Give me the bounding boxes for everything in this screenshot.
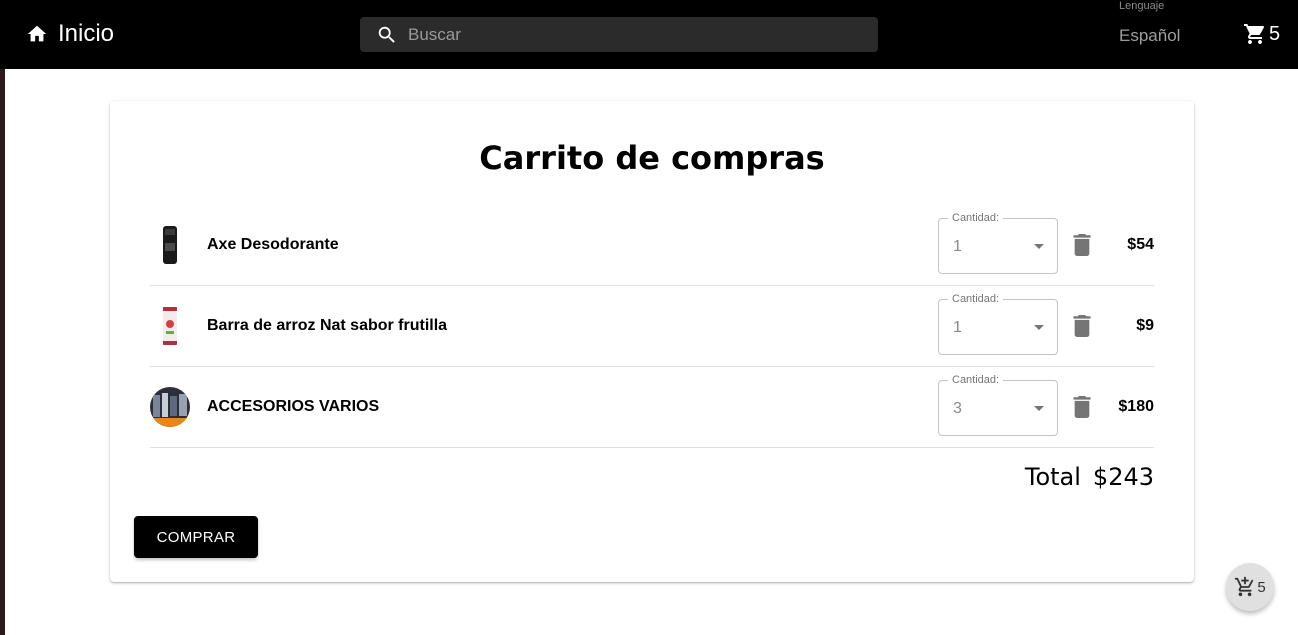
quantity-value: 1: [953, 238, 962, 255]
delete-button[interactable]: [1072, 396, 1092, 418]
top-app-bar: Inicio Lenguaje Español 5: [0, 0, 1298, 69]
delete-icon: [1073, 315, 1091, 337]
language-value[interactable]: Español: [1119, 26, 1180, 46]
cart-total: Total $243: [1025, 463, 1154, 491]
delete-icon: [1073, 396, 1091, 418]
cart-card: Carrito de compras Axe Desodorante Canti…: [110, 101, 1194, 582]
delete-button[interactable]: [1072, 315, 1092, 337]
product-image: [150, 306, 190, 346]
cart-item-row: ACCESORIOS VARIOS Cantidad: 3 $180: [150, 367, 1154, 448]
product-image: [150, 387, 190, 427]
home-icon: [27, 25, 47, 42]
cart-item-row: Barra de arroz Nat sabor frutilla Cantid…: [150, 286, 1154, 367]
fab-cart-count: 5: [1257, 578, 1266, 596]
total-label: Total: [1024, 463, 1081, 491]
product-name: ACCESORIOS VARIOS: [207, 398, 380, 415]
language-label: Lenguaje: [1119, 0, 1165, 12]
search-input[interactable]: [408, 24, 848, 45]
left-edge-strip: [0, 0, 5, 635]
product-image: [150, 225, 190, 265]
cart-icon: [1244, 24, 1265, 44]
home-link[interactable]: Inicio: [26, 18, 114, 50]
page-title: Carrito de compras: [479, 139, 825, 177]
total-value: $243: [1092, 463, 1154, 491]
delete-icon: [1073, 234, 1091, 256]
quantity-value: 1: [953, 319, 962, 336]
chevron-down-icon: [1034, 325, 1044, 330]
cart-count: 5: [1269, 22, 1281, 45]
quantity-select[interactable]: Cantidad: 1: [938, 212, 1058, 274]
chevron-down-icon: [1034, 244, 1044, 249]
search-bar[interactable]: [360, 17, 878, 52]
floating-cart-button[interactable]: 5: [1226, 563, 1274, 611]
product-price: $54: [1127, 236, 1154, 253]
quantity-label: Cantidad:: [948, 212, 1004, 224]
chevron-down-icon: [1034, 406, 1044, 411]
quantity-label: Cantidad:: [948, 374, 1004, 386]
delete-button[interactable]: [1072, 234, 1092, 256]
product-name: Barra de arroz Nat sabor frutilla: [207, 317, 448, 334]
quantity-select[interactable]: Cantidad: 3: [938, 374, 1058, 436]
product-name: Axe Desodorante: [207, 236, 339, 253]
language-selector[interactable]: Lenguaje Español: [1119, 0, 1219, 69]
quantity-label: Cantidad:: [948, 293, 1004, 305]
quantity-select[interactable]: Cantidad: 1: [938, 293, 1058, 355]
search-icon: [378, 26, 395, 43]
cart-item-row: Axe Desodorante Cantidad: 1 $54: [150, 205, 1154, 286]
product-price: $180: [1118, 398, 1154, 415]
quantity-value: 3: [953, 400, 962, 417]
add-to-cart-icon: [1235, 576, 1254, 597]
home-label: Inicio: [58, 20, 115, 47]
buy-button[interactable]: COMPRAR: [134, 516, 258, 558]
product-price: $9: [1136, 317, 1154, 334]
cart-button[interactable]: 5: [1243, 22, 1280, 46]
